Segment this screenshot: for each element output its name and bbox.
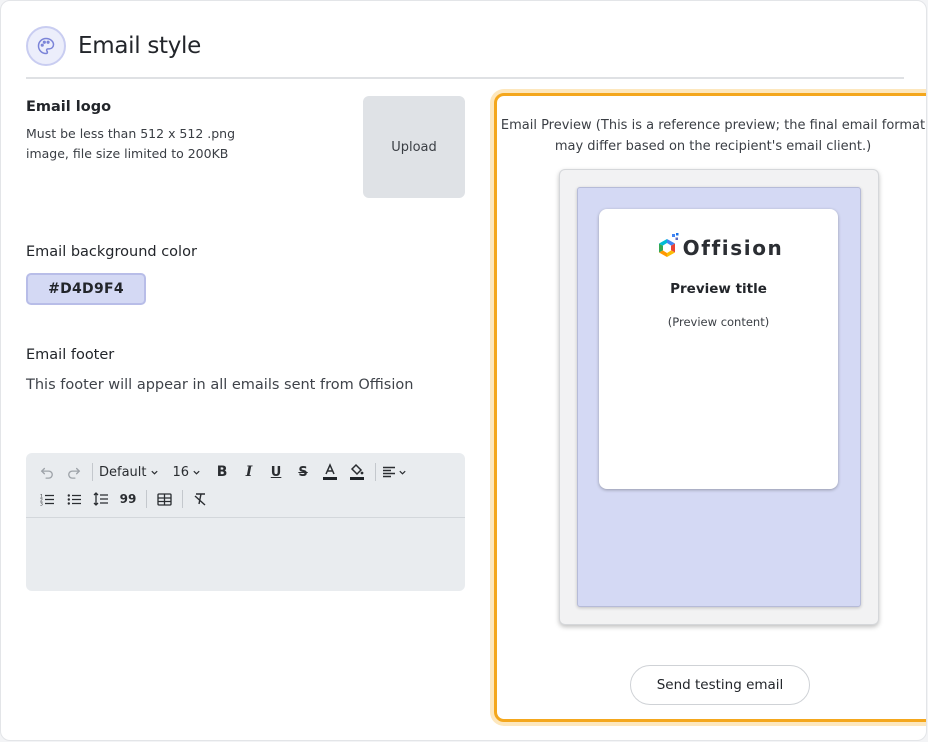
- editor-toolbar-row-2: 123 99: [36, 488, 216, 510]
- background-color-picker[interactable]: #D4D9F4: [26, 273, 146, 305]
- brand-name: Offision: [682, 236, 784, 260]
- font-color-icon[interactable]: [319, 461, 341, 483]
- font-size-select[interactable]: 16: [173, 461, 202, 483]
- undo-icon[interactable]: [36, 461, 58, 483]
- email-preview-note: Email Preview (This is a reference previ…: [500, 118, 926, 154]
- underline-icon[interactable]: U: [265, 461, 287, 483]
- toolbar-divider: [182, 490, 183, 508]
- font-family-value: Default: [99, 464, 147, 480]
- email-logo-label: Email logo: [26, 99, 112, 115]
- chevron-down-icon: [150, 470, 158, 475]
- line-height-icon[interactable]: [90, 488, 112, 510]
- toolbar-divider: [146, 490, 147, 508]
- footer-editor: Default 16 B I U S 1 2 3 99: [26, 453, 465, 591]
- email-preview-panel: Email Preview (This is a reference previ…: [494, 93, 926, 722]
- bold-icon[interactable]: B: [211, 461, 233, 483]
- palette-icon: [26, 26, 66, 66]
- upload-logo-button[interactable]: Upload: [363, 96, 465, 198]
- align-icon[interactable]: [382, 461, 407, 483]
- ordered-list-icon[interactable]: 123: [36, 488, 58, 510]
- redo-icon[interactable]: [63, 461, 85, 483]
- section-header: Email style: [26, 26, 201, 66]
- email-footer-description: This footer will appear in all emails se…: [26, 377, 414, 393]
- offision-logo-icon: [658, 233, 679, 257]
- font-family-select[interactable]: Default: [99, 461, 159, 483]
- background-color-label: Email background color: [26, 244, 197, 260]
- email-preview-frame: Offision Preview title (Preview content): [559, 169, 879, 625]
- toolbar-divider: [375, 463, 377, 481]
- section-title: Email style: [78, 33, 201, 59]
- quote-icon[interactable]: 99: [117, 488, 139, 510]
- toolbar-divider: [92, 463, 93, 481]
- preview-content: (Preview content): [667, 315, 770, 329]
- bullet-list-icon[interactable]: [63, 488, 85, 510]
- email-background-area: Offision Preview title (Preview content): [577, 187, 861, 607]
- svg-text:3: 3: [40, 501, 43, 506]
- table-icon[interactable]: [153, 488, 175, 510]
- brand-logo: Offision: [599, 233, 838, 263]
- editor-toolbar-row-1: Default 16 B I U S: [36, 461, 412, 483]
- background-color-value: #D4D9F4: [48, 281, 124, 297]
- email-content-card: Offision Preview title (Preview content): [599, 209, 838, 489]
- header-divider: [26, 77, 904, 79]
- strikethrough-icon[interactable]: S: [292, 461, 314, 483]
- preview-title: Preview title: [670, 281, 767, 297]
- chevron-down-icon: [399, 470, 406, 475]
- email-footer-label: Email footer: [26, 347, 115, 363]
- send-testing-email-button[interactable]: Send testing email: [630, 665, 810, 705]
- email-logo-description: Must be less than 512 x 512 .png image, …: [26, 126, 236, 161]
- email-style-card: Email style Email logo Must be less than…: [0, 0, 927, 741]
- highlight-icon[interactable]: [346, 461, 368, 483]
- italic-icon[interactable]: I: [238, 461, 260, 483]
- chevron-down-icon: [193, 470, 200, 475]
- clear-format-icon[interactable]: [189, 488, 211, 510]
- footer-editor-content[interactable]: [26, 518, 465, 591]
- font-size-value: 16: [172, 464, 190, 480]
